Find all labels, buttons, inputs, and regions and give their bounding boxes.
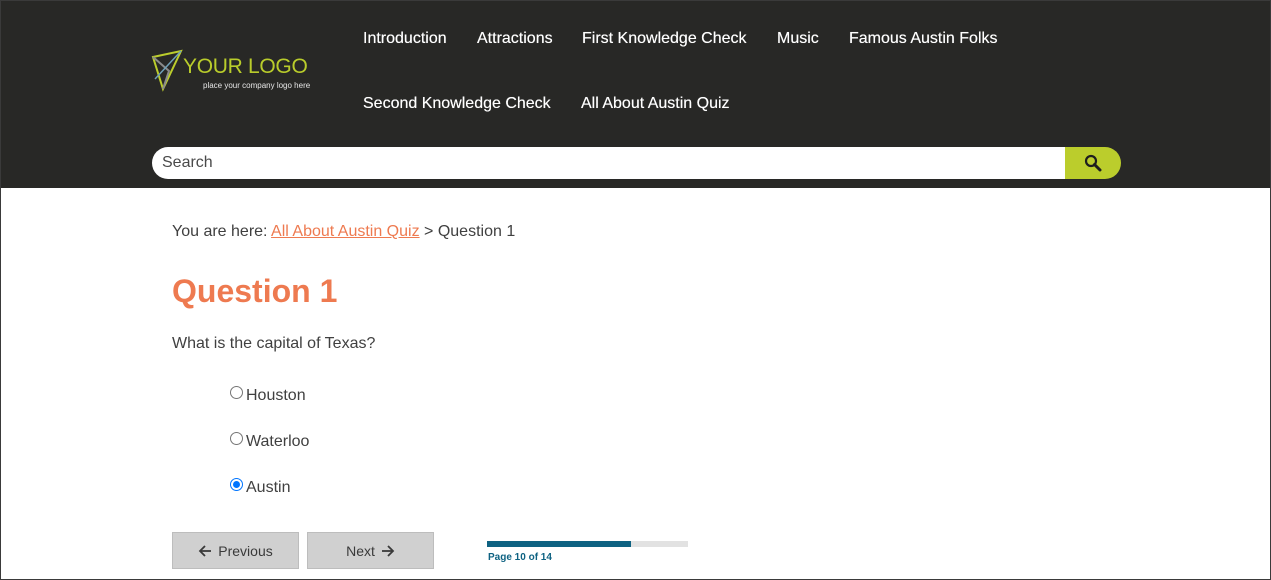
option-label: Houston — [246, 387, 306, 404]
nav-item-famous-austin-folks[interactable]: Famous Austin Folks — [849, 30, 998, 48]
previous-label: Previous — [218, 542, 273, 559]
nav-item-second-knowledge-check[interactable]: Second Knowledge Check — [363, 95, 551, 113]
previous-button[interactable]: Previous — [172, 532, 299, 569]
nav-item-attractions[interactable]: Attractions — [477, 30, 553, 48]
logo-tagline: place your company logo here — [203, 81, 311, 90]
breadcrumb: You are here: All About Austin Quiz > Qu… — [172, 223, 515, 241]
arrow-left-icon — [198, 544, 212, 557]
nav-item-first-knowledge-check[interactable]: First Knowledge Check — [582, 30, 747, 48]
logo-mark-icon — [151, 49, 183, 92]
search-icon — [1084, 154, 1102, 172]
progress-label: Page 10 of 14 — [488, 552, 552, 563]
next-button[interactable]: Next — [307, 532, 434, 569]
search-button[interactable] — [1065, 147, 1121, 179]
page-frame: YOUR LOGO place your company logo here I… — [0, 0, 1271, 580]
radio-button[interactable] — [230, 432, 243, 445]
option-houston[interactable]: Houston — [230, 386, 306, 405]
search-bar — [152, 147, 1121, 179]
next-label: Next — [346, 542, 375, 559]
option-label: Waterloo — [246, 433, 310, 450]
radio-button[interactable] — [230, 386, 243, 399]
breadcrumb-prefix: You are here: — [172, 223, 268, 240]
question-text: What is the capital of Texas? — [172, 335, 376, 352]
nav-item-music[interactable]: Music — [777, 30, 819, 48]
arrow-right-icon — [381, 544, 395, 557]
logo-title: YOUR LOGO — [183, 55, 308, 78]
nav-item-all-about-austin-quiz[interactable]: All About Austin Quiz — [581, 95, 730, 113]
site-header: YOUR LOGO place your company logo here I… — [1, 1, 1270, 188]
option-label: Austin — [246, 479, 291, 496]
breadcrumb-link-quiz[interactable]: All About Austin Quiz — [271, 223, 420, 240]
nav-item-introduction[interactable]: Introduction — [363, 30, 447, 48]
page-title: Question 1 — [172, 273, 338, 309]
progress-fill — [487, 541, 631, 547]
breadcrumb-current: Question 1 — [437, 223, 516, 240]
option-waterloo[interactable]: Waterloo — [230, 432, 310, 451]
breadcrumb-separator: > — [424, 223, 434, 240]
option-austin[interactable]: Austin — [230, 478, 291, 497]
logo[interactable]: YOUR LOGO place your company logo here — [151, 49, 341, 97]
radio-button-selected[interactable] — [230, 478, 243, 491]
search-input[interactable] — [152, 147, 1066, 179]
progress-bar — [487, 541, 688, 547]
